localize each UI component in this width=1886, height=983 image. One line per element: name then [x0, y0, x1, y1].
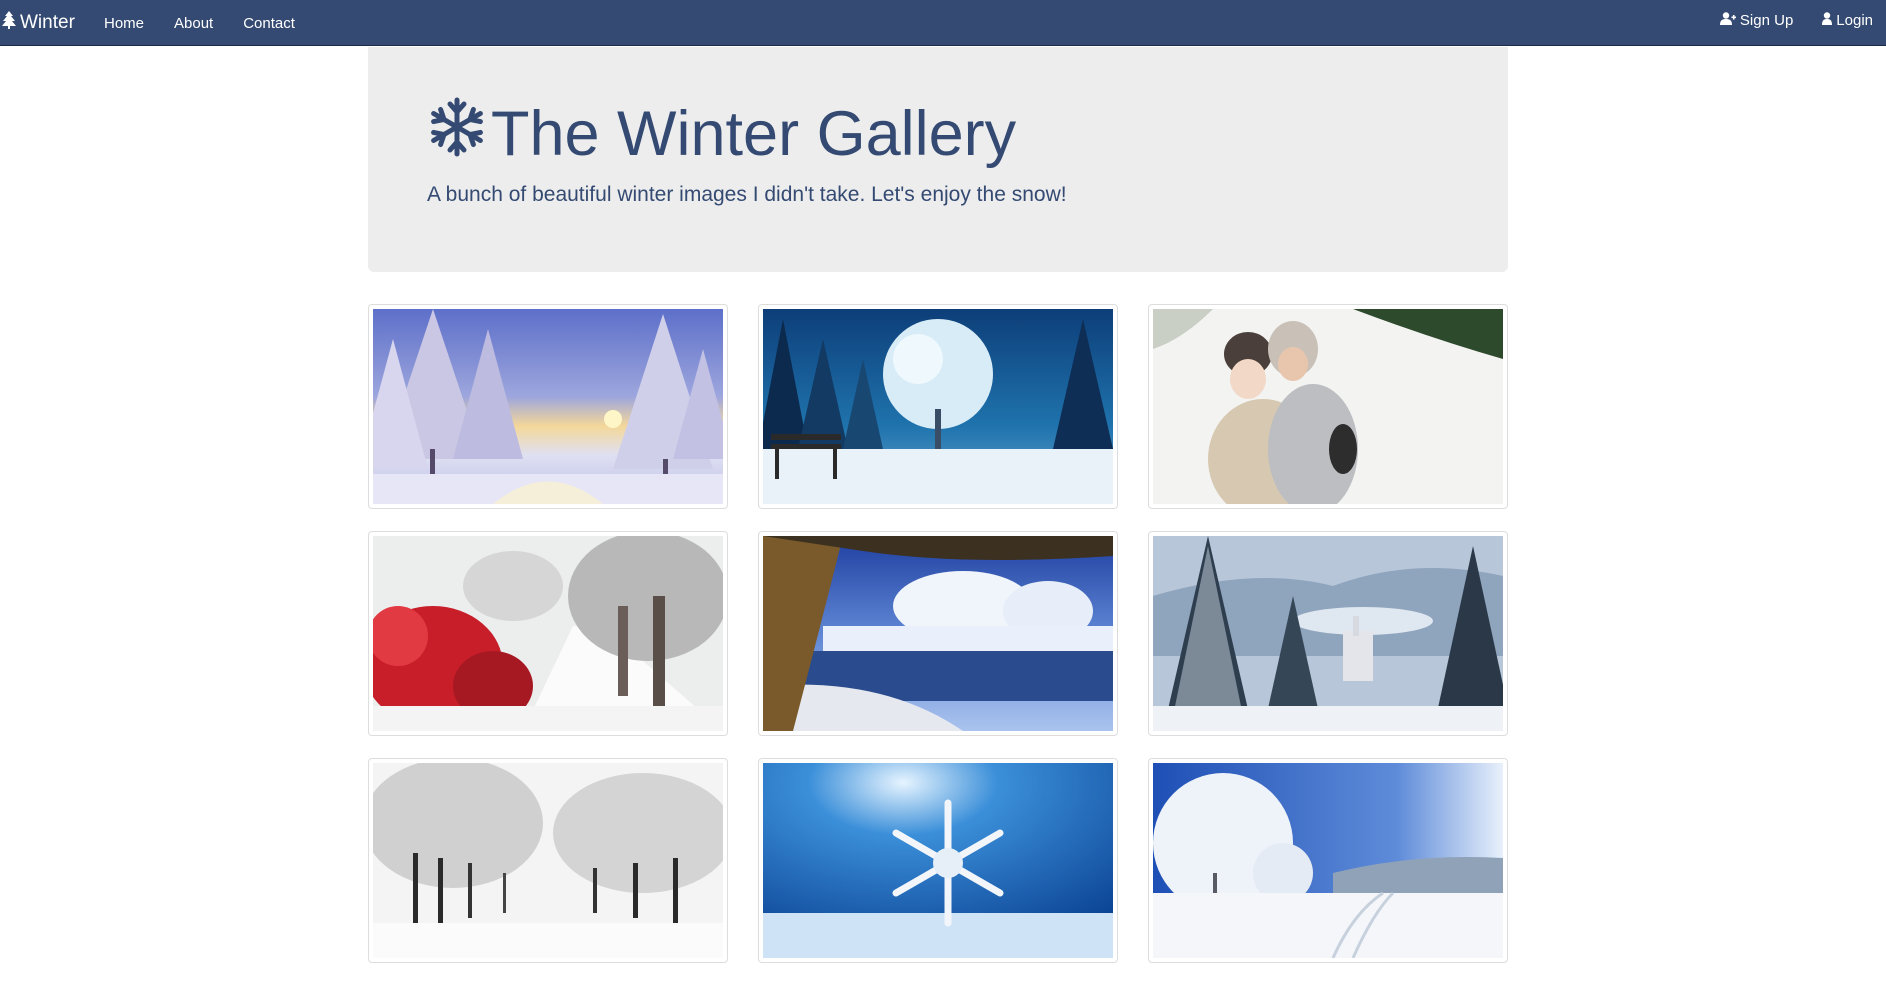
frozen-river-with-trees-image: [763, 536, 1113, 731]
gallery-thumbnail-9[interactable]: [1148, 758, 1508, 963]
login-label: Login: [1836, 11, 1873, 29]
couple-hugging-in-snow-image: [1153, 309, 1503, 504]
brand-link[interactable]: Winter: [2, 9, 75, 37]
page-subtitle: A bunch of beautiful winter images I did…: [427, 183, 1067, 206]
user-icon: [1822, 11, 1836, 29]
nav-contact[interactable]: Contact: [243, 15, 295, 32]
snowflake-closeup-image: [763, 763, 1113, 958]
red-berries-snowy-path-image: [373, 536, 723, 731]
jumbotron: The Winter Gallery A bunch of beautiful …: [368, 47, 1508, 272]
signup-label: Sign Up: [1739, 11, 1794, 29]
tree-icon: [2, 11, 20, 35]
signup-link[interactable]: Sign Up: [1719, 11, 1794, 29]
login-link[interactable]: Login: [1822, 12, 1873, 29]
gallery-thumbnail-6[interactable]: [1148, 531, 1508, 736]
auth-nav: Sign Up Login: [1691, 0, 1873, 40]
snowy-trail-blue-sky-image: [1153, 763, 1503, 958]
snowflake-icon: [427, 97, 491, 171]
nav-about[interactable]: About: [174, 15, 213, 32]
frosted-tree-with-bench-image: [763, 309, 1113, 504]
white-tree-lined-lane-image: [373, 763, 723, 958]
gallery-thumbnail-4[interactable]: [368, 531, 728, 736]
gallery-thumbnail-7[interactable]: [368, 758, 728, 963]
gallery-thumbnail-2[interactable]: [758, 304, 1118, 509]
snowy-pine-forest-sunset-image: [373, 309, 723, 504]
nav-home[interactable]: Home: [104, 15, 144, 32]
image-gallery: [368, 304, 1508, 964]
main-nav: Home About Contact: [104, 0, 325, 46]
gallery-thumbnail-8[interactable]: [758, 758, 1118, 963]
navbar: Winter Home About Contact Sign Up Login: [0, 0, 1886, 46]
brand-label: Winter: [20, 12, 75, 33]
gallery-thumbnail-3[interactable]: [1148, 304, 1508, 509]
page-title: The Winter Gallery: [427, 97, 1016, 171]
snowy-pines-and-castle-image: [1153, 536, 1503, 731]
user-plus-icon: [1719, 11, 1740, 29]
page-title-text: The Winter Gallery: [491, 99, 1017, 169]
gallery-thumbnail-5[interactable]: [758, 531, 1118, 736]
gallery-thumbnail-1[interactable]: [368, 304, 728, 509]
